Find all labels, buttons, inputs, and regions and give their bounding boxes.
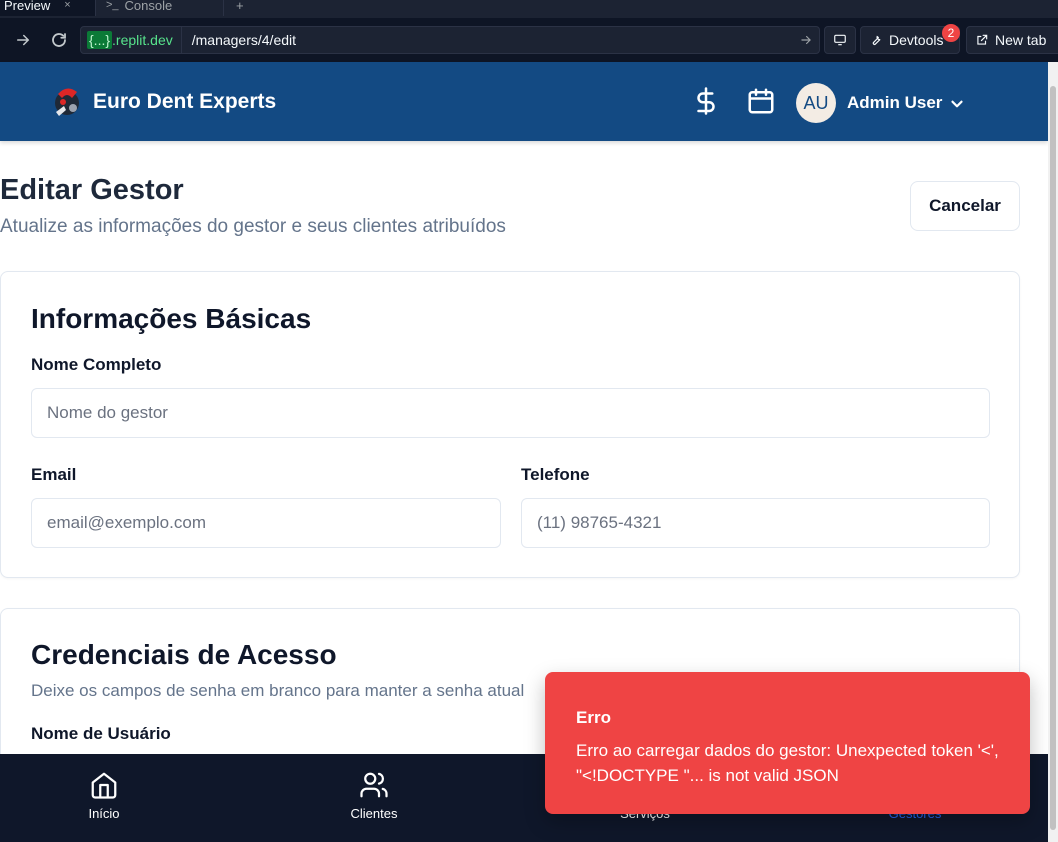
devtools-label: Devtools (889, 32, 944, 48)
address-field[interactable]: {...} .replit.dev /managers/4/edit (80, 26, 820, 54)
new-tab-button[interactable]: New tab (966, 26, 1058, 54)
wrench-icon (872, 35, 881, 46)
calendar-icon[interactable] (746, 86, 776, 116)
tab-console[interactable]: >_ Console (96, 0, 224, 16)
phone-label: Telefone (521, 465, 590, 484)
monitor-icon (834, 34, 846, 46)
terminal-icon: >_ (106, 0, 119, 11)
avatar[interactable]: AU (796, 83, 836, 123)
nav-item-inicio[interactable]: Início (44, 754, 164, 842)
users-icon (360, 772, 388, 798)
error-toast[interactable]: Erro Erro ao carregar dados do gestor: U… (545, 672, 1030, 814)
phone-input[interactable] (521, 498, 990, 548)
page-subtitle: Atualize as informações do gestor e seus… (0, 216, 506, 237)
credentials-heading: Credenciais de Acesso (31, 639, 337, 670)
brand-name[interactable]: Euro Dent Experts (93, 90, 276, 114)
dollar-icon[interactable] (691, 86, 721, 116)
nav-label-clientes: Clientes (350, 806, 398, 821)
basic-info-heading: Informações Básicas (31, 303, 312, 334)
tab-preview[interactable]: Preview × (0, 0, 96, 16)
name-input[interactable] (31, 388, 990, 438)
tab-console-label: Console (124, 0, 173, 13)
nav-item-clientes[interactable]: Clientes (314, 754, 434, 842)
toast-message: Erro ao carregar dados do gestor: Unexpe… (576, 741, 999, 785)
address-domain: {...} .replit.dev (85, 29, 175, 51)
basic-info-card: Informações Básicas Nome Completo Email … (0, 271, 1020, 578)
forward-button[interactable] (8, 25, 38, 55)
user-menu-name[interactable]: Admin User (847, 93, 942, 113)
email-input[interactable] (31, 498, 501, 548)
address-path: /managers/4/edit (191, 32, 297, 48)
url-bar: {...} .replit.dev /managers/4/edit Devto… (0, 18, 1058, 62)
app-header: Euro Dent Experts AU Admin User (0, 62, 1048, 141)
add-tab-icon[interactable]: + (236, 0, 244, 16)
screen-button[interactable] (824, 26, 856, 54)
reload-button[interactable] (44, 25, 74, 55)
home-icon (91, 772, 117, 799)
credentials-description: Deixe os campos de senha em branco para … (31, 681, 525, 700)
new-tab-label: New tab (995, 32, 1047, 48)
cancel-button[interactable]: Cancelar (910, 181, 1020, 231)
reload-icon (52, 33, 66, 47)
address-divider (180, 26, 182, 54)
domain-suffix: .replit.dev (112, 32, 173, 48)
close-icon[interactable]: × (64, 0, 70, 11)
tab-preview-label: Preview (4, 0, 51, 13)
external-link-icon (977, 34, 988, 45)
browser-tab-strip: Preview × >_ Console + (0, 0, 1058, 18)
go-arrow-icon[interactable] (799, 33, 813, 47)
arrow-right-icon (17, 34, 30, 46)
name-label: Nome Completo (31, 355, 162, 374)
logo-icon[interactable] (50, 82, 84, 120)
page-scrollbar[interactable] (1048, 62, 1058, 842)
email-label: Email (31, 465, 77, 484)
page-title: Editar Gestor (0, 174, 184, 206)
devtools-badge: 2 (942, 24, 960, 42)
domain-prefix: {...} (87, 31, 113, 49)
chevron-down-icon[interactable] (948, 95, 966, 113)
nav-label-inicio: Início (88, 806, 120, 821)
toast-title: Erro (576, 708, 611, 727)
username-label: Nome de Usuário (31, 724, 171, 743)
scrollbar-thumb[interactable] (1050, 86, 1056, 830)
